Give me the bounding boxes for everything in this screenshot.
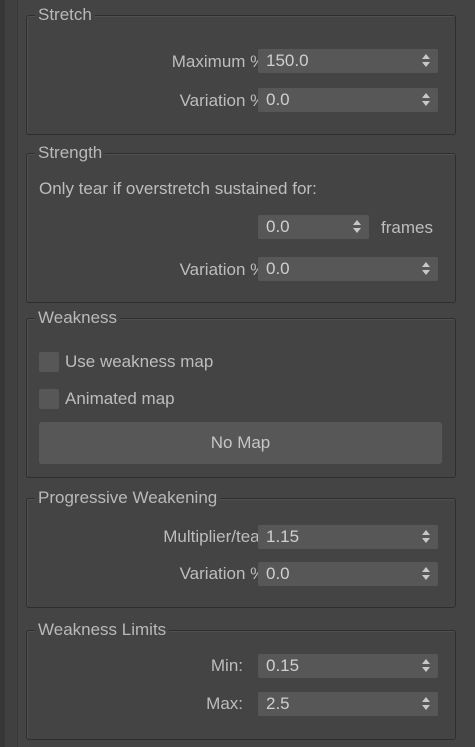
progressive-variation-value[interactable]: 0.0 — [266, 564, 290, 584]
spinner-arrows-icon[interactable] — [422, 565, 430, 581]
checkbox-box[interactable] — [39, 352, 59, 372]
spinner-arrows-icon[interactable] — [422, 657, 430, 673]
use-weakness-map-label[interactable]: Use weakness map — [65, 351, 213, 373]
min-spinner[interactable]: 0.15 — [258, 654, 438, 678]
multiplier-spinner[interactable]: 1.15 — [258, 525, 438, 549]
maximum-spinner[interactable]: 150.0 — [258, 49, 438, 73]
spinner-arrows-icon[interactable] — [422, 528, 430, 544]
max-label: Max: — [206, 694, 243, 713]
strength-group: Strength Only tear if overstretch sustai… — [26, 143, 456, 303]
spinner-arrows-icon[interactable] — [422, 260, 430, 276]
stretch-group-title: Stretch — [35, 5, 95, 25]
stretch-group: Stretch Maximum %: 150.0 Variation %: 0.… — [26, 5, 456, 135]
weakness-group-title: Weakness — [35, 308, 121, 328]
maximum-label: Maximum %: — [171, 52, 270, 71]
min-label: Min: — [210, 656, 243, 675]
max-spinner[interactable]: 2.5 — [258, 692, 438, 716]
strength-variation-spinner[interactable]: 0.0 — [258, 257, 438, 281]
weakness-limits-title: Weakness Limits — [35, 620, 170, 640]
frames-unit-label: frames — [381, 218, 433, 237]
progressive-weakening-title: Progressive Weakening — [35, 488, 221, 508]
maximum-value[interactable]: 150.0 — [266, 51, 309, 71]
spinner-arrows-icon[interactable] — [422, 91, 430, 107]
no-map-button[interactable]: No Map — [39, 422, 442, 464]
strength-variation-label: Variation %: — [179, 260, 270, 279]
multiplier-label: Multiplier/tear: — [163, 527, 270, 546]
progressive-weakening-group: Progressive Weakening Multiplier/tear: 1… — [26, 488, 456, 608]
progressive-variation-label: Variation %: — [179, 564, 270, 583]
weakness-group: Weakness Use weakness map Animated map N… — [26, 308, 456, 478]
frames-spinner[interactable]: 0.0 — [258, 215, 369, 239]
multiplier-value[interactable]: 1.15 — [266, 527, 299, 547]
stretch-variation-label: Variation %: — [179, 91, 270, 110]
checkbox-box[interactable] — [39, 389, 59, 409]
stretch-variation-spinner[interactable]: 0.0 — [258, 88, 438, 112]
max-value[interactable]: 2.5 — [266, 694, 290, 714]
animated-map-label[interactable]: Animated map — [65, 388, 175, 410]
left-gutter — [5, 0, 18, 747]
spinner-arrows-icon[interactable] — [422, 695, 430, 711]
weakness-limits-group: Weakness Limits Min: 0.15 Max: 2.5 — [26, 620, 456, 740]
spinner-arrows-icon[interactable] — [353, 218, 361, 234]
progressive-variation-spinner[interactable]: 0.0 — [258, 562, 438, 586]
frames-value[interactable]: 0.0 — [266, 217, 290, 237]
strength-variation-value[interactable]: 0.0 — [266, 259, 290, 279]
strength-group-title: Strength — [35, 143, 106, 163]
strength-description: Only tear if overstretch sustained for: — [39, 179, 317, 198]
min-value[interactable]: 0.15 — [266, 656, 299, 676]
spinner-arrows-icon[interactable] — [422, 52, 430, 68]
stretch-variation-value[interactable]: 0.0 — [266, 90, 290, 110]
